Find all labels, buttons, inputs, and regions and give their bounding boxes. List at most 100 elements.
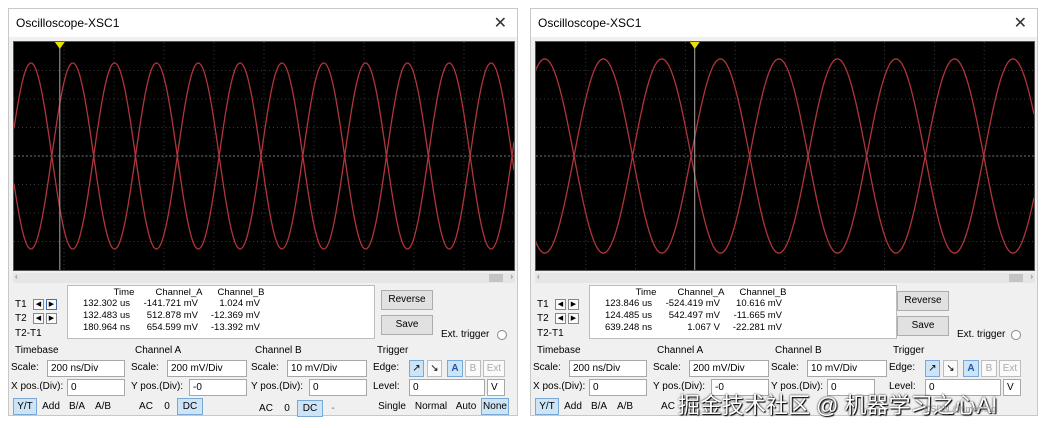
ext-trigger-radio[interactable] xyxy=(497,330,507,340)
trigger-level-unit[interactable]: V xyxy=(1003,379,1021,396)
trigger-level-unit[interactable]: V xyxy=(487,379,505,396)
edge-falling-icon[interactable]: ↘ xyxy=(943,360,958,377)
mode-yt-button[interactable]: Y/T xyxy=(535,398,559,415)
channel-a-scale-field[interactable]: 200 mV/Div xyxy=(167,360,247,377)
mode-ab-button[interactable]: A/B xyxy=(91,398,115,415)
t2-channel-b: -12.369 mV xyxy=(210,310,260,321)
delta-channel-a: 1.067 V xyxy=(687,322,720,333)
edge-rising-icon[interactable]: ↗ xyxy=(925,360,940,377)
close-icon[interactable]: ✕ xyxy=(494,13,507,33)
channel-b-scale-label: Scale: xyxy=(251,362,279,373)
t2-right-arrow-icon[interactable]: ▶ xyxy=(46,313,57,324)
channel-a-ypos-label: Y pos.(Div): xyxy=(131,381,184,392)
t2-left-arrow-icon[interactable]: ◀ xyxy=(555,313,566,324)
mode-ba-button[interactable]: B/A xyxy=(65,398,89,415)
t1-time: 123.846 us xyxy=(604,298,652,309)
delta-channel-b: -22.281 mV xyxy=(732,322,782,333)
timebase-xpos-field[interactable]: 0 xyxy=(67,379,125,396)
channel-b-scale-field[interactable]: 10 mV/Div xyxy=(807,360,887,377)
timebase-xpos-field[interactable]: 0 xyxy=(589,379,647,396)
trigger-none-button[interactable]: None xyxy=(481,398,509,415)
t2-left-arrow-icon[interactable]: ◀ xyxy=(33,313,44,324)
ext-trigger-radio[interactable] xyxy=(1011,330,1021,340)
t2-channel-a: 542.497 mV xyxy=(668,310,720,321)
channel-a-scale-field[interactable]: 200 mV/Div xyxy=(689,360,769,377)
t1-right-arrow-icon[interactable]: ▶ xyxy=(568,299,579,310)
channel-b-ac-button[interactable]: AC xyxy=(255,400,277,417)
timebase-scale-field[interactable]: 200 ns/Div xyxy=(569,360,647,377)
channel-b-minus-button[interactable]: - xyxy=(325,400,341,417)
channel-b-ypos-field[interactable]: 0 xyxy=(309,379,367,396)
channel-b-zero-button[interactable]: 0 xyxy=(279,400,295,417)
channel-b-scale-field[interactable]: 10 mV/Div xyxy=(287,360,367,377)
scroll-left-icon[interactable]: ‹ xyxy=(15,272,18,281)
mode-ab-button[interactable]: A/B xyxy=(613,398,637,415)
waveform-plot xyxy=(536,42,1034,270)
timebase-scale-label: Scale: xyxy=(533,362,561,373)
trigger-level-field[interactable]: 0 xyxy=(409,379,485,396)
scroll-right-icon[interactable]: › xyxy=(510,272,513,281)
cursor-label-t1: T1 xyxy=(537,299,549,310)
scroll-left-icon[interactable]: ‹ xyxy=(537,272,540,281)
channel-b-ypos-label: Y pos.(Div): xyxy=(251,381,304,392)
timebase-scale-field[interactable]: 200 ns/Div xyxy=(47,360,125,377)
channel-a-ac-button[interactable]: AC xyxy=(657,398,679,415)
trigger-normal-button[interactable]: Normal xyxy=(411,398,451,415)
cursor-panel: T1 ◀ ▶ T2 ◀ ▶ T2-T1 Time Channel_A Chann… xyxy=(13,285,375,339)
scrollbar-thumb[interactable] xyxy=(489,274,503,282)
trigger-edge-label: Edge: xyxy=(889,362,916,373)
edge-rising-icon[interactable]: ↗ xyxy=(409,360,424,377)
mode-ba-button[interactable]: B/A xyxy=(587,398,611,415)
trigger-source-ext-button[interactable]: Ext xyxy=(483,360,505,377)
trigger-source-b-button[interactable]: B xyxy=(465,360,481,377)
save-button[interactable]: Save xyxy=(897,316,949,336)
save-button[interactable]: Save xyxy=(381,315,433,335)
t1-channel-a: -524.419 mV xyxy=(665,298,720,309)
title-bar: Oscilloscope-XSC1 ✕ xyxy=(9,9,517,37)
horizontal-scrollbar[interactable]: ‹ › xyxy=(535,272,1035,283)
scrollbar-thumb[interactable] xyxy=(1009,274,1023,282)
reverse-button[interactable]: Reverse xyxy=(897,291,949,311)
horizontal-scrollbar[interactable]: ‹ › xyxy=(13,272,515,283)
scroll-right-icon[interactable]: › xyxy=(1030,272,1033,281)
timebase-title: Timebase xyxy=(15,345,59,356)
trigger-auto-button[interactable]: Auto xyxy=(453,398,479,415)
trigger-single-button[interactable]: Single xyxy=(375,398,409,415)
mode-add-button[interactable]: Add xyxy=(561,398,585,415)
t2-right-arrow-icon[interactable]: ▶ xyxy=(568,313,579,324)
delta-channel-b: -13.392 mV xyxy=(210,322,260,333)
channel-a-title: Channel A xyxy=(657,345,704,356)
channel-a-ac-button[interactable]: AC xyxy=(135,398,157,415)
watermark-small-text: CSDN @timerring xyxy=(924,404,997,414)
trigger-source-ext-button[interactable]: Ext xyxy=(999,360,1021,377)
timebase-title: Timebase xyxy=(537,345,581,356)
channel-b-title: Channel B xyxy=(255,345,302,356)
mode-yt-button[interactable]: Y/T xyxy=(13,398,37,415)
cursor-label-t2: T2 xyxy=(537,313,549,324)
waveform-plot xyxy=(14,42,514,270)
channel-a-ypos-field[interactable]: -0 xyxy=(189,379,247,396)
t1-left-arrow-icon[interactable]: ◀ xyxy=(33,299,44,310)
trigger-source-a-button[interactable]: A xyxy=(447,360,463,377)
t1-left-arrow-icon[interactable]: ◀ xyxy=(555,299,566,310)
channel-b-scale-label: Scale: xyxy=(771,362,799,373)
delta-time: 639.248 ns xyxy=(604,322,652,333)
title-bar: Oscilloscope-XSC1 ✕ xyxy=(531,9,1037,37)
channel-a-zero-button[interactable]: 0 xyxy=(159,398,175,415)
header-channel-b: Channel_B xyxy=(217,287,265,298)
t1-right-arrow-icon[interactable]: ▶ xyxy=(46,299,57,310)
channel-a-dc-button[interactable]: DC xyxy=(177,398,203,415)
reverse-button[interactable]: Reverse xyxy=(381,290,433,310)
t2-time: 132.483 us xyxy=(82,310,130,321)
edge-falling-icon[interactable]: ↘ xyxy=(427,360,442,377)
close-icon[interactable]: ✕ xyxy=(1014,13,1027,33)
trigger-level-label: Level: xyxy=(373,381,400,392)
timebase-xpos-label: X pos.(Div): xyxy=(11,381,64,392)
mode-add-button[interactable]: Add xyxy=(39,398,63,415)
channel-b-dc-button[interactable]: DC xyxy=(297,400,323,417)
trigger-source-b-button[interactable]: B xyxy=(981,360,997,377)
trigger-source-a-button[interactable]: A xyxy=(963,360,979,377)
trigger-title: Trigger xyxy=(377,345,409,356)
trace-channel-a xyxy=(536,58,1034,254)
cursor-readout-table: Time Channel_A Channel_B 123.846 us -524… xyxy=(589,285,897,339)
